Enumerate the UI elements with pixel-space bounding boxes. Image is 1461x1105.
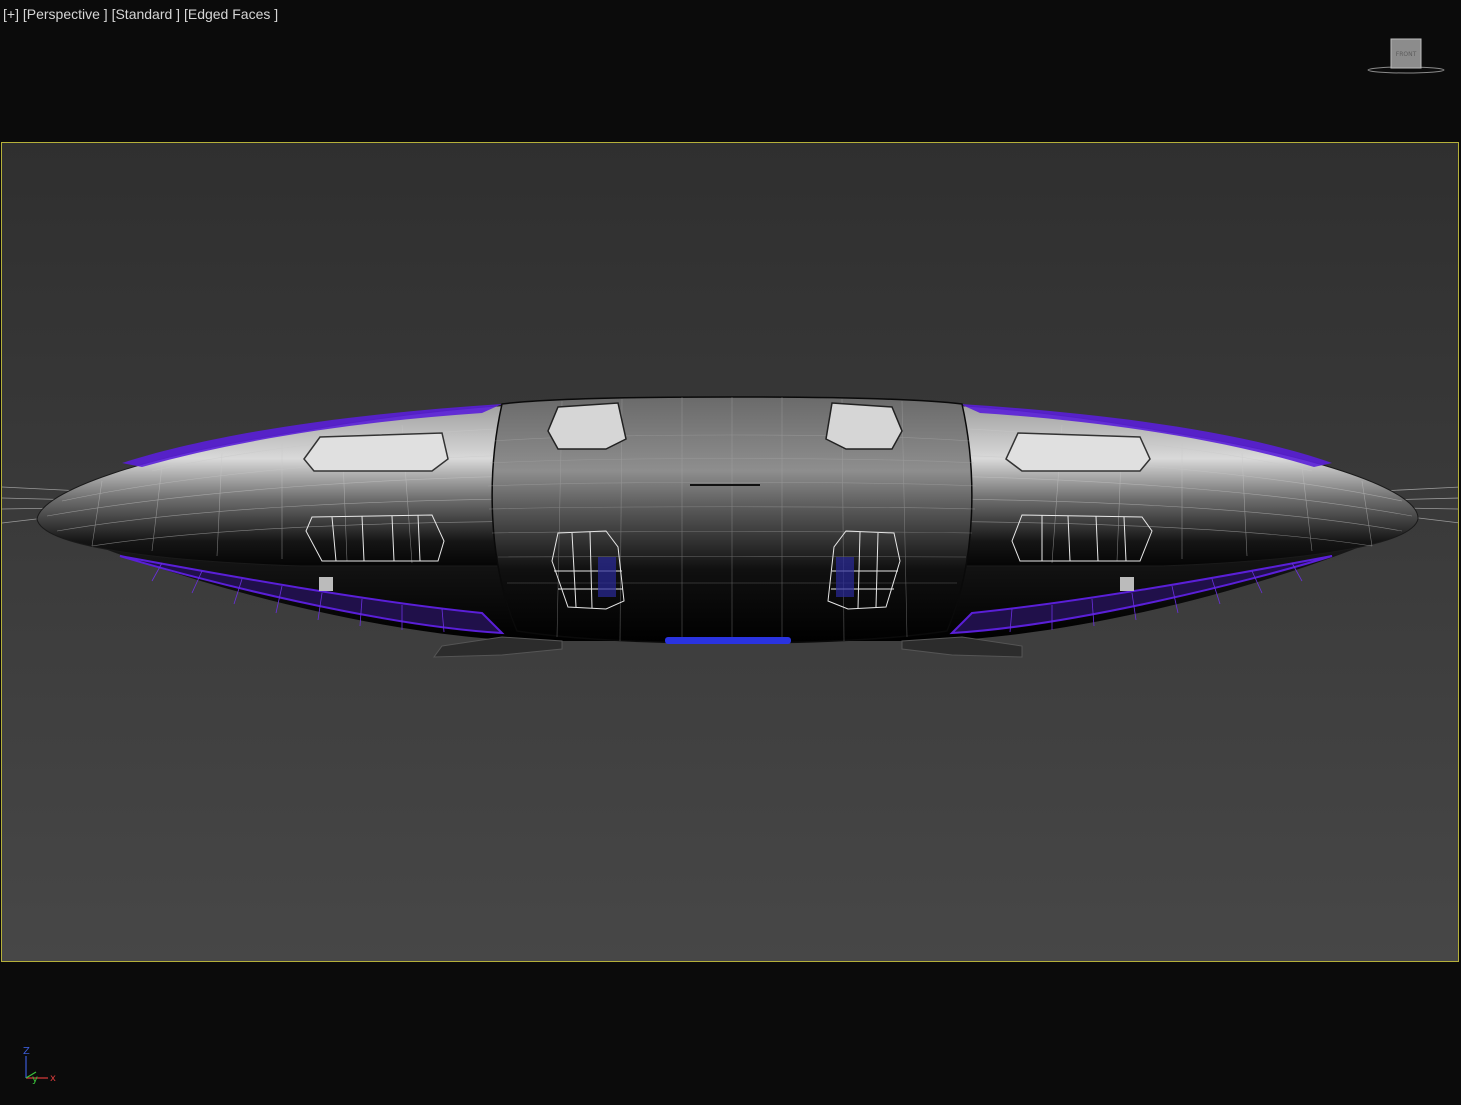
core-window-top-left[interactable] bbox=[547, 402, 627, 450]
axis-tripod: Z y x bbox=[23, 1046, 56, 1085]
core-hatch-left-blue bbox=[598, 557, 616, 597]
axis-y-label: y bbox=[32, 1074, 38, 1085]
landing-foot-right[interactable] bbox=[901, 636, 1023, 658]
viewport-scene[interactable] bbox=[2, 143, 1459, 962]
hull-window-right-upper[interactable] bbox=[1005, 432, 1151, 472]
core-hatch-right-blue bbox=[836, 557, 854, 597]
marker-left bbox=[319, 577, 333, 591]
landing-foot-left[interactable] bbox=[432, 636, 563, 658]
bottom-light-ring bbox=[665, 637, 791, 644]
shading-mode-menu[interactable]: [Standard ] bbox=[112, 6, 181, 22]
hull-window-left-upper[interactable] bbox=[303, 432, 449, 472]
safe-frame[interactable] bbox=[1, 142, 1459, 962]
viewcube-face-label: FRONT bbox=[1396, 51, 1417, 58]
view-type-menu[interactable]: [Perspective ] bbox=[23, 6, 108, 22]
viewcube[interactable]: FRONT bbox=[1365, 36, 1447, 80]
marker-right bbox=[1120, 577, 1134, 591]
core-window-top-right[interactable] bbox=[825, 402, 903, 450]
axis-z-label: Z bbox=[23, 1046, 30, 1057]
display-mode-menu[interactable]: [Edged Faces ] bbox=[184, 6, 278, 22]
axis-x-label: x bbox=[50, 1073, 56, 1084]
viewport-label-bar: [+] [Perspective ] [Standard ] [Edged Fa… bbox=[3, 6, 278, 22]
viewport-menu-button[interactable]: [+] bbox=[3, 6, 19, 22]
